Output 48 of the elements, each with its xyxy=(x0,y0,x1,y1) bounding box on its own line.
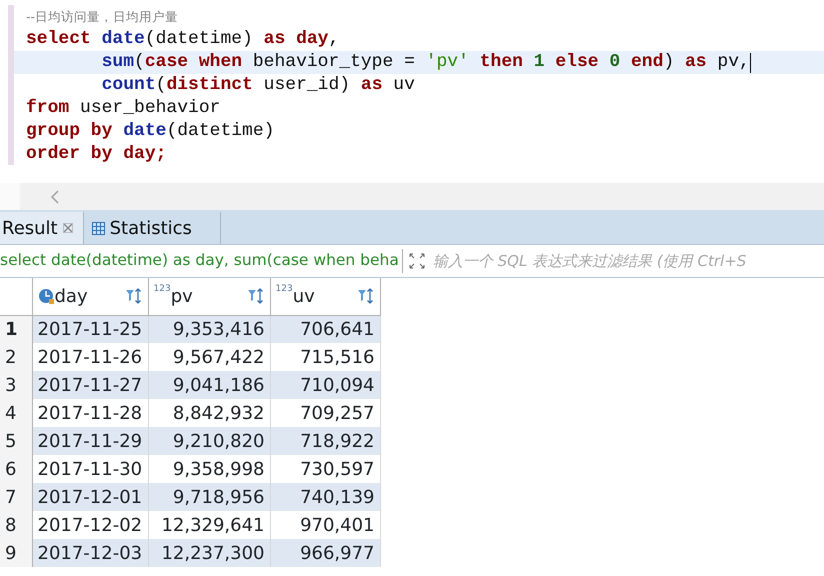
sql-query-text: select date(datetime) as day, sum(case when beha xyxy=(0,249,403,273)
table-cell: 9,718,956 xyxy=(148,483,270,511)
row-number[interactable]: 2 xyxy=(0,343,32,371)
filter-sort-icon[interactable] xyxy=(124,288,142,304)
type-label: 123 xyxy=(276,284,293,294)
table-cell: 9,210,820 xyxy=(148,427,270,455)
code-line: count(distinct user_id) as uv xyxy=(100,74,415,97)
table-cell: 2017-11-27 xyxy=(32,371,148,399)
code-line: group by date(datetime) xyxy=(26,120,274,143)
row-number[interactable]: 8 xyxy=(0,511,32,539)
grid-icon xyxy=(92,222,105,234)
filter-sort-icon[interactable] xyxy=(356,288,374,304)
code-comment: --日均访问量，日均用户量 xyxy=(26,8,178,26)
expand-icon[interactable] xyxy=(408,253,425,269)
table-cell: 12,237,300 xyxy=(148,539,270,567)
table-cell: 710,094 xyxy=(270,371,380,399)
row-number[interactable]: 6 xyxy=(0,455,32,483)
table-cell: 740,139 xyxy=(270,483,380,511)
table-cell: 2017-11-25 xyxy=(32,315,148,343)
row-header-corner xyxy=(0,278,32,315)
filter-sort-icon[interactable] xyxy=(246,288,264,304)
row-number[interactable]: 7 xyxy=(0,483,32,511)
table-cell: 706,641 xyxy=(270,315,380,343)
table-cell: 966,977 xyxy=(270,539,380,567)
code-line: sum(case when behavior_type = 'pv' then 1 else 0 end) as pv, xyxy=(100,51,750,74)
row-number[interactable]: 4 xyxy=(0,399,32,427)
type-label: 123 xyxy=(154,284,171,294)
table-cell: 2017-11-29 xyxy=(32,427,148,455)
row-number[interactable]: 5 xyxy=(0,427,32,455)
column-header[interactable]: day xyxy=(32,278,148,315)
table-cell: 9,353,416 xyxy=(148,315,270,343)
table-cell: 718,922 xyxy=(270,427,380,455)
filter-input[interactable]: 输入一个 SQL 表达式来过滤结果 (使用 Ctrl+S xyxy=(430,248,824,274)
table-cell: 9,041,186 xyxy=(148,371,270,399)
horizontal-scrollbar[interactable] xyxy=(0,183,824,210)
code-line: order by day; xyxy=(26,143,166,166)
clock-icon xyxy=(38,288,54,306)
code-line: from user_behavior xyxy=(26,97,220,120)
table-cell: 2017-12-01 xyxy=(32,483,148,511)
close-icon[interactable] xyxy=(62,223,73,233)
code-line: select date(datetime) as day, xyxy=(26,28,340,51)
table-cell: 2017-12-03 xyxy=(32,539,148,567)
row-number[interactable]: 9 xyxy=(0,539,32,567)
row-number[interactable]: 3 xyxy=(0,371,32,399)
text-cursor xyxy=(750,52,752,72)
row-number[interactable]: 1 xyxy=(0,315,32,343)
result-tab[interactable]: Result xyxy=(0,212,84,244)
statistics-tab[interactable]: Statistics xyxy=(84,212,221,244)
